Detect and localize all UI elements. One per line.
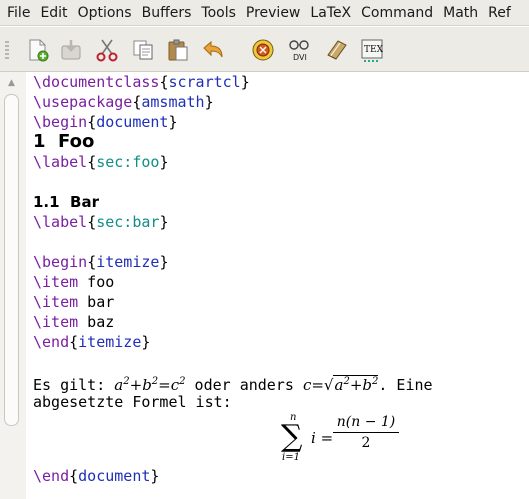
menu-buffers[interactable]: Buffers xyxy=(137,0,197,26)
texify-icon[interactable]: TEX xyxy=(357,35,387,65)
code-line: \end{document} xyxy=(33,467,160,485)
display-formula: n ∑ i=1 i = n(n − 1) 2 xyxy=(281,412,441,468)
toolbar-grip[interactable] xyxy=(5,41,9,59)
bibtex-icon[interactable] xyxy=(322,35,352,65)
new-file-icon[interactable] xyxy=(22,35,52,65)
sum-lower-limit: i=1 xyxy=(282,452,300,463)
toolbar: DVI TEX xyxy=(0,27,529,72)
formula-lhs: i = xyxy=(311,429,334,447)
save-icon[interactable] xyxy=(56,35,86,65)
svg-text:TEX: TEX xyxy=(364,45,384,55)
formula-fraction: n(n − 1) 2 xyxy=(333,414,399,451)
copy-icon[interactable] xyxy=(128,35,158,65)
menu-ref[interactable]: Ref xyxy=(483,0,516,26)
code-line: \begin{document} xyxy=(33,113,178,131)
editor-buffer[interactable]: \documentclass{scrartcl} \usepackage{ams… xyxy=(33,72,529,499)
code-line: \begin{itemize} xyxy=(33,253,169,271)
menu-file[interactable]: File xyxy=(2,0,35,26)
code-line: \usepackage{amsmath} xyxy=(33,93,214,111)
paste-icon[interactable] xyxy=(163,35,193,65)
undo-icon[interactable] xyxy=(198,35,228,65)
vertical-scrollbar[interactable] xyxy=(4,94,19,426)
svg-text:DVI: DVI xyxy=(293,53,307,62)
sum-symbol: ∑ xyxy=(281,419,303,454)
section-heading: 1 Foo xyxy=(33,131,95,152)
fold-arrow-icon[interactable]: ▲ xyxy=(8,78,15,88)
paragraph-line: abgesetzte Formel ist: xyxy=(33,393,232,411)
menu-tools[interactable]: Tools xyxy=(196,0,241,26)
menu-edit[interactable]: Edit xyxy=(35,0,72,26)
code-line: \documentclass{scrartcl} xyxy=(33,73,250,91)
menu-math[interactable]: Math xyxy=(438,0,483,26)
code-line: \item baz xyxy=(33,313,115,331)
subsection-heading: 1.1 Bar xyxy=(33,193,99,211)
menu-command[interactable]: Command xyxy=(356,0,438,26)
code-line: \label{sec:foo} xyxy=(33,153,169,171)
menu-options[interactable]: Options xyxy=(73,0,137,26)
view-dvi-icon[interactable]: DVI xyxy=(285,35,315,65)
inline-math-sqrt: c=√a2+b2 xyxy=(302,375,379,394)
code-line: \label{sec:bar} xyxy=(33,213,169,231)
code-line: \item foo xyxy=(33,273,115,291)
code-line: \item bar xyxy=(33,293,115,311)
paragraph-line: Es gilt: a2+b2=c2 oder anders c=√a2+b2. … xyxy=(33,375,433,394)
menu-preview[interactable]: Preview xyxy=(241,0,306,26)
menu-latex[interactable]: LaTeX xyxy=(305,0,356,26)
menu-bar: File Edit Options Buffers Tools Preview … xyxy=(0,0,529,26)
code-line: \end{itemize} xyxy=(33,333,151,351)
latex-run-icon[interactable] xyxy=(248,35,278,65)
cut-icon[interactable] xyxy=(92,35,122,65)
